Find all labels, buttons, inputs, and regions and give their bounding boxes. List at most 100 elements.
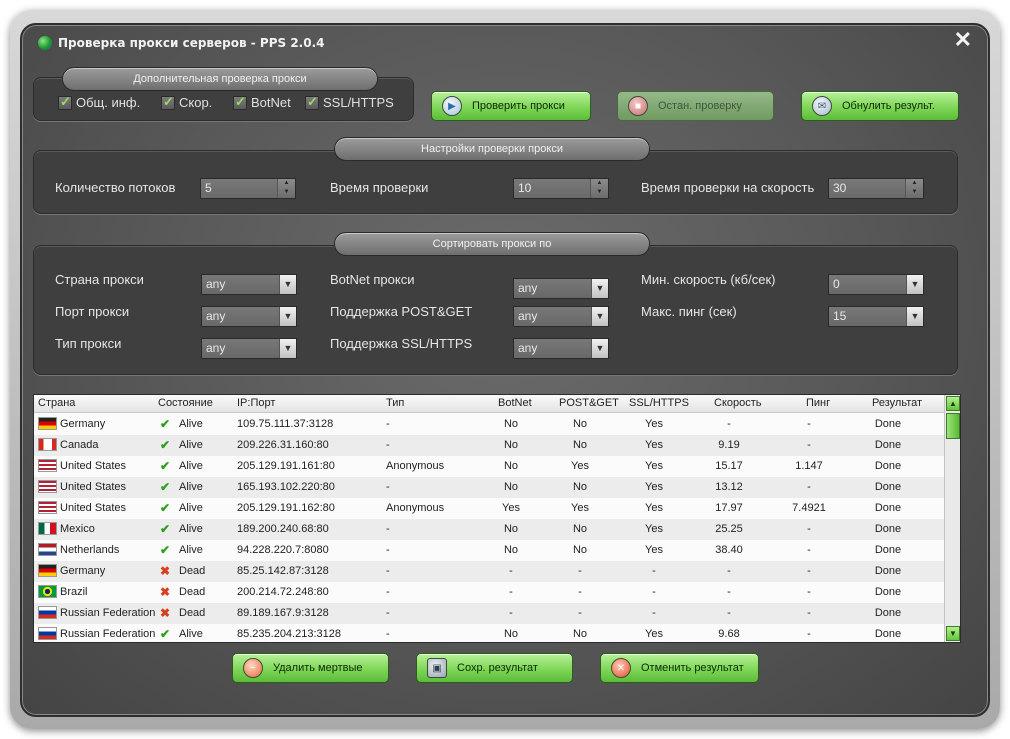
col-type[interactable]: Тип xyxy=(386,397,404,409)
play-icon: ▶ xyxy=(442,96,462,116)
chevron-down-icon: ▼ xyxy=(591,279,608,298)
table-row[interactable]: ✔ United States Alive 165.193.102.220:80 - No… xyxy=(34,477,944,498)
cell-ping: - xyxy=(807,439,811,451)
check-icon xyxy=(58,94,72,110)
cell-ping: - xyxy=(807,607,811,619)
cell-botnet: No xyxy=(503,460,519,472)
threads-spinner[interactable]: 5 ▲ ▼ xyxy=(200,178,296,199)
delete-dead-button[interactable]: − Удалить мертвые xyxy=(232,653,389,683)
max-ping-select[interactable]: 15 ▼ xyxy=(828,306,924,327)
save-results-button[interactable]: ▣ Сохр. результат xyxy=(416,653,573,683)
table-row[interactable]: ✔ Mexico Alive 189.200.240.68:80 - No No Yes 25.… xyxy=(34,519,944,540)
sort-group xyxy=(33,245,958,375)
col-country[interactable]: Страна xyxy=(38,397,75,409)
checkbox-speed[interactable]: Скор. xyxy=(161,94,212,110)
col-state[interactable]: Состояние xyxy=(158,397,213,409)
spinner-arrows-icon[interactable]: ▲ ▼ xyxy=(905,179,923,198)
check-icon: ✔ xyxy=(160,480,171,494)
cell-ip: 85.25.142.87:3128 xyxy=(237,565,329,577)
cell-ip: 109.75.111.37:3128 xyxy=(237,418,334,430)
cell-ip: 200.214.72.248:80 xyxy=(237,586,329,598)
type-label: Тип прокси xyxy=(55,336,122,351)
col-result[interactable]: Результат xyxy=(872,397,922,409)
checkbox-general-info[interactable]: Общ. инф. xyxy=(58,94,140,110)
ssl-label: Поддержка SSL/HTTPS xyxy=(330,336,473,351)
cell-ssl: - xyxy=(652,565,656,577)
cell-state: Dead xyxy=(179,565,206,577)
table-row[interactable]: ✔ Netherlands Alive 94.228.220.7:8080 - No No Y… xyxy=(34,540,944,561)
botnet-select[interactable]: any ▼ xyxy=(513,278,609,299)
cell-type: Anonymous xyxy=(386,460,445,472)
table-row[interactable]: ✔ Germany Alive 109.75.111.37:3128 - No No Yes -… xyxy=(34,414,944,435)
close-icon[interactable]: ✕ xyxy=(954,29,972,51)
scroll-up-icon[interactable]: ▲ xyxy=(946,396,960,411)
cell-ping: - xyxy=(807,523,811,535)
flag-icon xyxy=(38,438,57,451)
check-icon xyxy=(305,94,319,110)
min-speed-select[interactable]: 0 ▼ xyxy=(828,274,924,295)
stop-check-button[interactable]: ■ Остан. проверку xyxy=(617,91,774,121)
cell-postget: - xyxy=(578,607,582,619)
port-select[interactable]: any ▼ xyxy=(201,306,297,327)
cell-botnet: No xyxy=(503,418,519,430)
cell-ip: 209.226.31.160:80 xyxy=(237,439,329,451)
cell-botnet: - xyxy=(509,565,513,577)
spinner-arrows-icon[interactable]: ▲ ▼ xyxy=(590,179,608,198)
cell-botnet: No xyxy=(503,481,519,493)
col-ping[interactable]: Пинг xyxy=(806,397,830,409)
cell-postget: No xyxy=(572,481,588,493)
cell-ip: 205.129.191.162:80 xyxy=(237,502,335,514)
col-speed[interactable]: Скорость xyxy=(714,397,762,409)
postget-label: Поддержка POST&GET xyxy=(330,304,473,319)
checkbox-botnet[interactable]: BotNet xyxy=(233,94,291,110)
flag-icon xyxy=(38,627,57,640)
cell-ip: 94.228.220.7:8080 xyxy=(237,544,329,556)
stop-icon: ■ xyxy=(628,96,648,116)
table-row[interactable]: ✔ United States Alive 205.129.191.162:80 Ano… xyxy=(34,498,944,519)
cell-speed: 38.40 xyxy=(715,544,743,556)
flag-icon xyxy=(38,522,57,535)
cancel-results-button[interactable]: ✕ Отменить результат xyxy=(600,653,759,683)
cell-state: Alive xyxy=(179,439,203,451)
checkbox-ssl[interactable]: SSL/HTTPS xyxy=(305,94,394,110)
col-ip[interactable]: IP:Порт xyxy=(237,397,275,409)
table-row[interactable]: ✔ United States Alive 205.129.191.161:80 Ano… xyxy=(34,456,944,477)
chevron-down-icon: ▼ xyxy=(906,307,923,326)
table-row[interactable]: ✖ Russian Federation Dead 89.189.167.9:3128… xyxy=(34,603,944,624)
ssl-select[interactable]: any ▼ xyxy=(513,338,609,359)
cell-ip: 165.193.102.220:80 xyxy=(237,481,335,493)
scroll-thumb[interactable] xyxy=(946,413,960,439)
cell-country: Mexico xyxy=(60,523,95,535)
cell-result: Done xyxy=(874,544,902,556)
table-row[interactable]: ✖ Germany Dead 85.25.142.87:3128 - - - - - - Done xyxy=(34,561,944,582)
cell-postget: No xyxy=(572,544,588,556)
cell-speed: 17.97 xyxy=(715,502,743,514)
table-row[interactable]: ✔ Canada Alive 209.226.31.160:80 - No No Yes 9.1… xyxy=(34,435,944,456)
table-row[interactable]: ✔ Russian Federation Alive 85.235.204.213:3… xyxy=(34,624,944,642)
reset-results-button[interactable]: ✉ Обнулить результ. xyxy=(801,91,959,121)
cell-speed: 25.25 xyxy=(715,523,743,535)
postget-select[interactable]: any ▼ xyxy=(513,306,609,327)
timeout-spinner[interactable]: 10 ▲ ▼ xyxy=(513,178,609,199)
cell-ping: - xyxy=(807,628,811,640)
chevron-down-icon: ▼ xyxy=(279,275,296,294)
col-ssl[interactable]: SSL/HTTPS xyxy=(629,397,689,409)
chevron-down-icon: ▼ xyxy=(279,339,296,358)
scroll-down-icon[interactable]: ▼ xyxy=(946,626,960,641)
check-proxy-button[interactable]: ▶ Проверить прокси xyxy=(431,91,591,121)
envelope-icon: ✉ xyxy=(812,96,832,116)
cell-botnet: No xyxy=(503,628,519,640)
chevron-down-icon: ▼ xyxy=(591,307,608,326)
speed-timeout-spinner[interactable]: 30 ▲ ▼ xyxy=(828,178,924,199)
threads-label: Количество потоков xyxy=(55,180,176,195)
vertical-scrollbar[interactable]: ▲ ▼ xyxy=(944,395,960,642)
table-row[interactable]: ✖ Brazil Dead 200.214.72.248:80 - - - - - - Done xyxy=(34,582,944,603)
country-select[interactable]: any ▼ xyxy=(201,274,297,295)
col-botnet[interactable]: BotNet xyxy=(498,397,532,409)
check-icon: ✔ xyxy=(160,438,171,452)
min-speed-label: Мин. скорость (кб/сек) xyxy=(641,272,776,287)
col-postget[interactable]: POST&GET xyxy=(559,397,619,409)
type-select[interactable]: any ▼ xyxy=(201,338,297,359)
cell-ping: - xyxy=(807,586,811,598)
spinner-arrows-icon[interactable]: ▲ ▼ xyxy=(277,179,295,198)
